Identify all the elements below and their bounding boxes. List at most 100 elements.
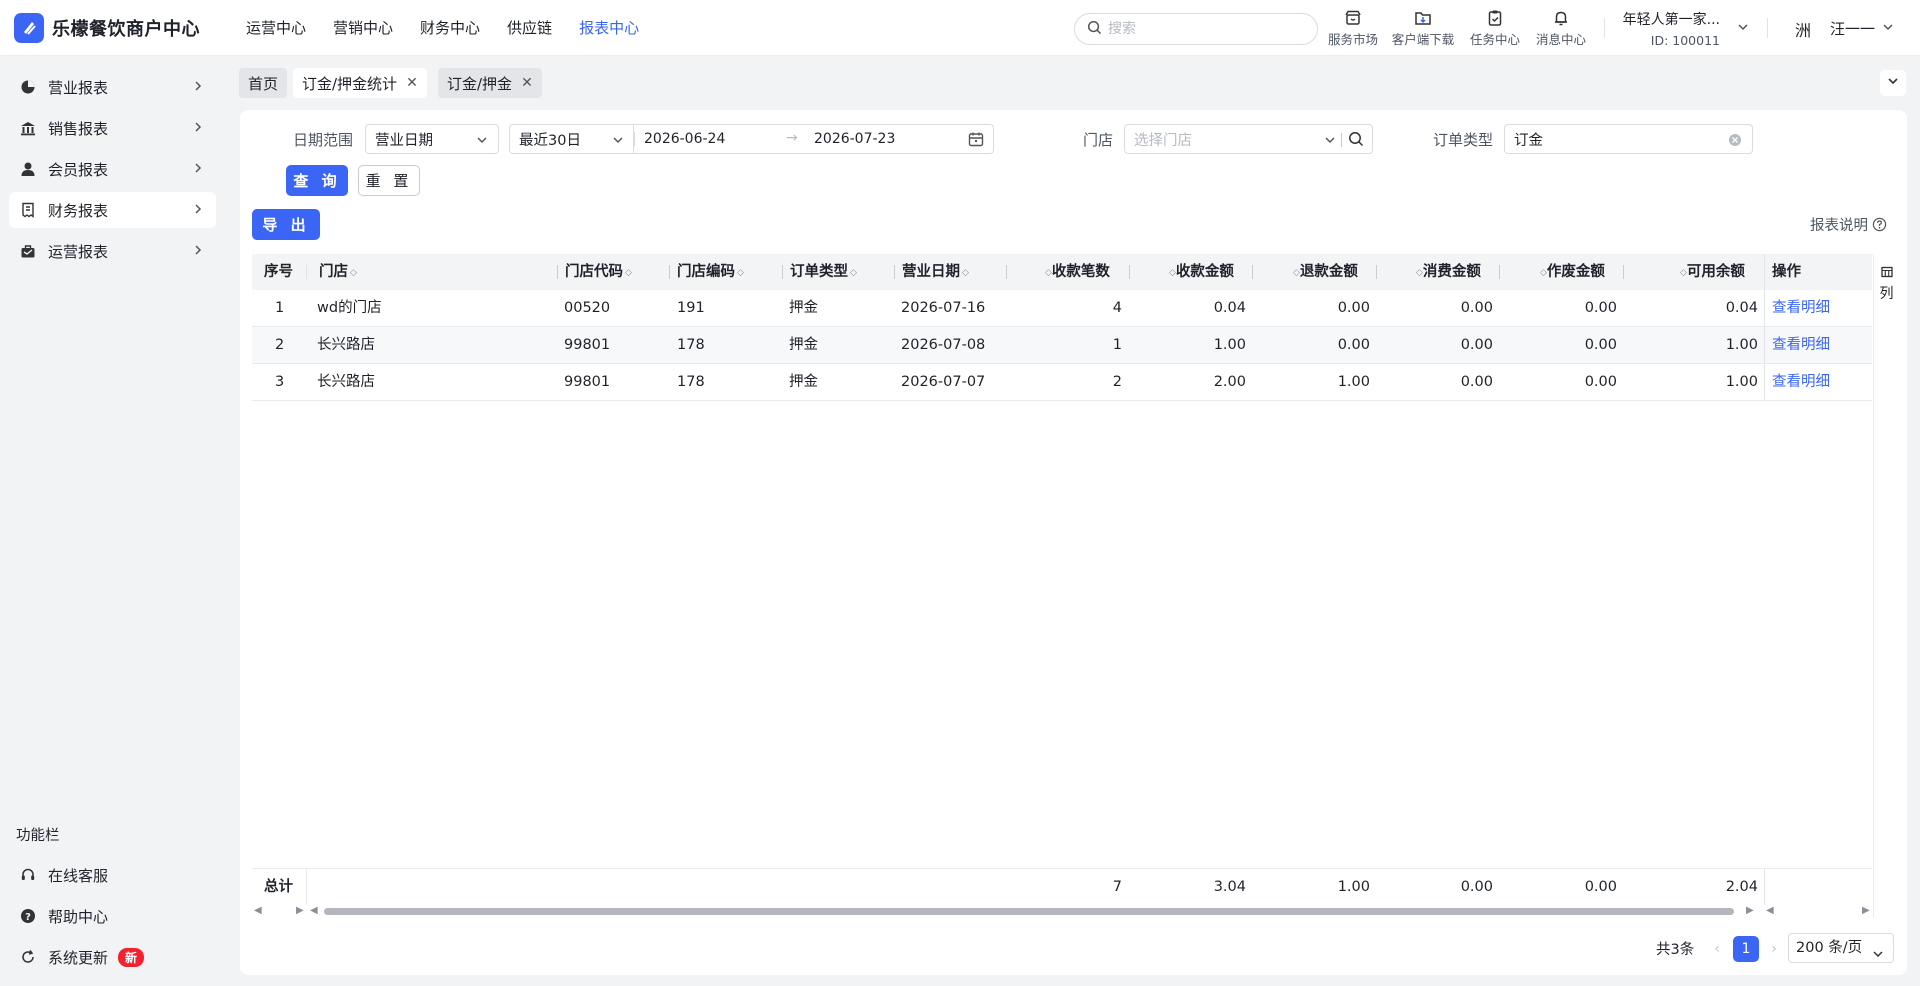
- close-icon[interactable]: ✕: [521, 75, 533, 91]
- cell-available-balance: 0.04: [1725, 300, 1758, 316]
- tab-deposit-statistics[interactable]: 订金/押金统计 ✕: [293, 68, 427, 98]
- search-input[interactable]: [1108, 21, 1288, 37]
- chart-pie-icon: [19, 78, 37, 96]
- col-header-received-amount[interactable]: ◇收款金额: [1167, 254, 1234, 290]
- sort-icon: ◇: [1540, 268, 1547, 278]
- divider: [1764, 869, 1765, 905]
- avatar[interactable]: 洲: [1790, 17, 1816, 43]
- nav-reports[interactable]: 报表中心: [579, 17, 639, 38]
- reset-button[interactable]: 重 置: [358, 165, 420, 196]
- col-header-label: 门店代码: [565, 264, 623, 280]
- col-header-store-code[interactable]: 门店代码 ◇: [565, 254, 632, 290]
- tab-deposit[interactable]: 订金/押金 ✕: [438, 68, 542, 98]
- scroll-left-icon[interactable]: ◀: [1766, 905, 1774, 916]
- divider: [1006, 265, 1007, 279]
- tool-service-market[interactable]: 服务市场: [1320, 8, 1386, 48]
- cell-order-type: 押金: [789, 374, 818, 390]
- col-header-order-type[interactable]: 订单类型 ◇: [790, 254, 857, 290]
- tabs-collapse-button[interactable]: [1880, 70, 1906, 96]
- col-header-voided-amount[interactable]: ◇作废金额: [1538, 254, 1605, 290]
- app-logo[interactable]: 乐檬餐饮商户中心: [14, 12, 246, 43]
- nav-marketing[interactable]: 营销中心: [333, 17, 393, 38]
- export-button[interactable]: 导 出: [252, 209, 320, 240]
- search-icon[interactable]: [1348, 131, 1364, 151]
- chevron-down-icon[interactable]: [1882, 21, 1894, 37]
- view-detail-link[interactable]: 查看明细: [1772, 327, 1830, 363]
- column-settings-button[interactable]: 列: [1873, 254, 1899, 326]
- cell-voided-amount: 0.00: [1584, 300, 1617, 316]
- sidebar-item-help-center[interactable]: ? 帮助中心: [9, 898, 216, 934]
- account-switcher[interactable]: 年轻人第一家... ID: 100011: [1620, 9, 1720, 48]
- column-settings-label: 列: [1879, 286, 1894, 302]
- sidebar-item-sales-report[interactable]: 销售报表: [9, 110, 216, 146]
- next-page-icon[interactable]: ›: [1761, 936, 1787, 962]
- start-date[interactable]: 2026-06-24: [644, 131, 725, 147]
- tab-home[interactable]: 首页: [239, 68, 288, 98]
- col-header-label: 退款金额: [1299, 264, 1358, 280]
- date-preset-select[interactable]: 最近30日: [509, 124, 634, 154]
- horizontal-scrollbar[interactable]: ◀ ▶ ◀ ▶ ◀ ▶: [252, 904, 1872, 918]
- sort-icon: ◇: [350, 268, 357, 278]
- tool-message-center[interactable]: 消息中心: [1528, 8, 1594, 48]
- date-range-picker[interactable]: 2026-06-24 → 2026-07-23: [633, 124, 994, 154]
- cell-voided-amount: 0.00: [1584, 374, 1617, 390]
- range-arrow-icon: →: [786, 130, 798, 146]
- divider: [1499, 265, 1500, 279]
- sidebar-item-system-update[interactable]: 系统更新 新: [9, 939, 216, 975]
- col-header-payment-count[interactable]: ◇收款笔数: [1043, 254, 1110, 290]
- cell-voided-amount: 0.00: [1584, 337, 1617, 353]
- cell-store-code: 99801: [564, 337, 611, 353]
- chevron-down-icon[interactable]: [1737, 21, 1749, 37]
- col-header-store-number[interactable]: 门店编码 ◇: [677, 254, 744, 290]
- col-header-business-date[interactable]: 营业日期 ◇: [902, 254, 969, 290]
- nav-finance[interactable]: 财务中心: [420, 17, 480, 38]
- close-icon[interactable]: ✕: [406, 75, 418, 91]
- page-number-current[interactable]: 1: [1733, 936, 1759, 962]
- view-detail-link[interactable]: 查看明细: [1772, 364, 1830, 400]
- order-type-select[interactable]: 订金: [1504, 124, 1753, 154]
- report-table: 序号 门店 ◇ 门店代码 ◇ 门店编码 ◇ 订单类型 ◇ 营业日期 ◇ ◇收款笔数 ◇收款…: [252, 254, 1899, 934]
- cell-business-date: 2026-07-08: [901, 337, 986, 353]
- calendar-icon[interactable]: [968, 131, 984, 151]
- end-date[interactable]: 2026-07-23: [814, 131, 895, 147]
- divider: [1764, 290, 1765, 326]
- nav-operations[interactable]: 运营中心: [246, 17, 306, 38]
- sidebar-item-business-report[interactable]: 营业报表: [9, 69, 216, 105]
- store-select[interactable]: 选择门店: [1124, 124, 1373, 154]
- scroll-left-icon[interactable]: ◀: [254, 905, 262, 916]
- user-name[interactable]: 汪一一: [1830, 18, 1875, 39]
- report-help-link[interactable]: 报表说明: [1810, 214, 1887, 235]
- sidebar-item-online-support[interactable]: 在线客服: [9, 857, 216, 893]
- col-header-consumed-amount[interactable]: ◇消费金额: [1414, 254, 1481, 290]
- store-placeholder: 选择门店: [1134, 132, 1192, 149]
- date-type-select[interactable]: 营业日期: [365, 124, 499, 154]
- cell-store-number: 191: [677, 300, 705, 316]
- sidebar-item-member-report[interactable]: 会员报表: [9, 151, 216, 187]
- sidebar-item-label: 运营报表: [48, 242, 109, 261]
- divider: [1767, 18, 1768, 38]
- view-detail-link[interactable]: 查看明细: [1772, 290, 1830, 326]
- sort-icon: ◇: [1416, 268, 1423, 278]
- cell-available-balance: 1.00: [1725, 374, 1758, 390]
- tool-client-download[interactable]: 客户端下载: [1390, 8, 1456, 48]
- scroll-right-icon[interactable]: ▶: [1862, 905, 1870, 916]
- prev-page-icon[interactable]: ‹: [1704, 936, 1730, 962]
- page-size-select[interactable]: 200 条/页: [1788, 933, 1894, 963]
- scroll-right-icon[interactable]: ▶: [1746, 905, 1754, 916]
- nav-supply-chain[interactable]: 供应链: [507, 17, 552, 38]
- top-bar: 乐檬餐饮商户中心 运营中心 营销中心 财务中心 供应链 报表中心 服务市场 客户…: [0, 0, 1920, 56]
- col-header-available-balance[interactable]: ◇可用余额: [1678, 254, 1745, 290]
- clear-icon[interactable]: [1728, 133, 1742, 151]
- sidebar-item-finance-report[interactable]: 财务报表: [9, 192, 216, 228]
- sidebar-item-operations-report[interactable]: 运营报表: [9, 233, 216, 269]
- scroll-right-icon[interactable]: ▶: [296, 905, 304, 916]
- tool-task-center[interactable]: 任务中心: [1462, 8, 1528, 48]
- help-circle-icon: [1872, 217, 1887, 232]
- col-header-store[interactable]: 门店 ◇: [319, 254, 357, 290]
- query-button[interactable]: 查 询: [286, 165, 348, 196]
- col-header-refund-amount[interactable]: ◇退款金额: [1291, 254, 1358, 290]
- scroll-left-icon[interactable]: ◀: [310, 905, 318, 916]
- summary-available-balance: 2.04: [1725, 879, 1758, 895]
- scrollbar-thumb[interactable]: [324, 908, 1734, 915]
- cell-business-date: 2026-07-16: [901, 300, 986, 316]
